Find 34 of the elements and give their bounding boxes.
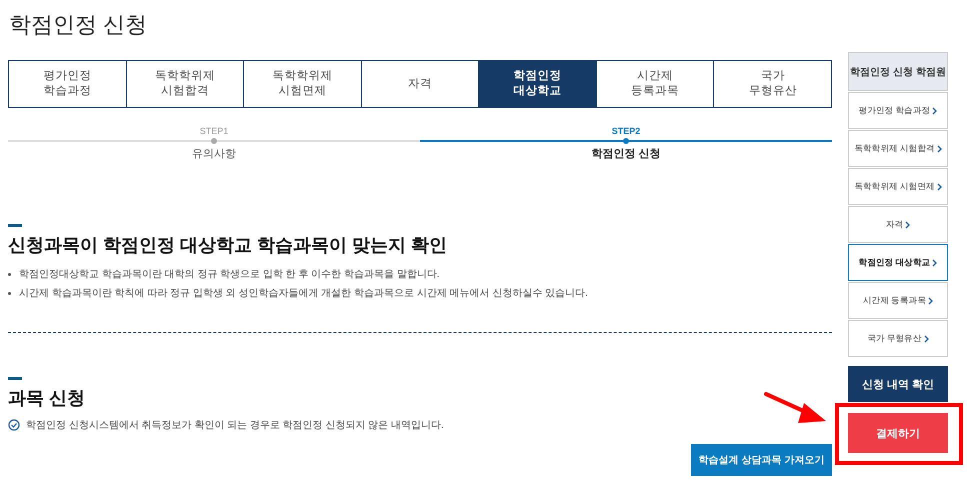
sidebar-item[interactable]: 시간제 등록과목: [848, 282, 948, 319]
heading-mark: [8, 377, 22, 380]
category-tab[interactable]: 학점인정 대상학교: [478, 61, 596, 107]
import-courses-button[interactable]: 학습설계 상담과목 가져오기: [691, 444, 832, 476]
payment-button[interactable]: 결제하기: [848, 413, 948, 453]
chevron-icon: [905, 220, 910, 228]
page-title: 학점인정 신청: [8, 11, 148, 39]
sidebar-item[interactable]: 평가인정 학습과정: [848, 92, 948, 129]
section-heading: 과목 신청: [8, 387, 86, 410]
info-text: 학점인정대상학교 학습과목이란 대학의 정규 학생으로 입학 한 후 이수한 학습과목을 말합니다.: [19, 268, 440, 282]
notice-text: 학점인정 신청시스템에서 취득정보가 확인이 되는 경우로 학점인정 신청되지 않은 내역입니다.: [26, 419, 444, 432]
sidebar-item[interactable]: 자격: [848, 206, 948, 243]
step-number: STEP2: [612, 126, 640, 138]
sidebar-item[interactable]: 독학학위제 시험면제: [848, 168, 948, 205]
chevron-icon: [928, 296, 933, 304]
heading-mark: [8, 224, 22, 227]
chevron-icon: [936, 144, 942, 152]
step-number: STEP1: [200, 126, 228, 138]
section-heading: 신청과목이 학점인정 대상학교 학습과목이 맞는지 확인: [8, 234, 448, 257]
chevron-icon: [924, 334, 929, 342]
chevron-icon: [936, 182, 942, 190]
sidebar-item[interactable]: 국가 무형유산: [848, 320, 948, 357]
sidebar-item[interactable]: 학점인정 대상학교: [848, 244, 948, 281]
sidebar-item[interactable]: 독학학위제 시험합격: [848, 130, 948, 167]
sidebar-title: 학점인정 신청 학점원: [848, 52, 948, 91]
step-label: 학점인정 신청: [591, 147, 661, 161]
check-circle-icon: [8, 419, 20, 431]
info-text: 시간제 학습과목이란 학칙에 따라 정규 입학생 외 성인학습자들에게 개설한 학습과목으로 시간제 메뉴에서 신청하실수 있습니다.: [19, 287, 588, 301]
bullet-icon: [8, 292, 11, 295]
bullet-icon: [8, 273, 11, 276]
chevron-icon: [932, 106, 938, 114]
step-label: 유의사항: [192, 147, 236, 161]
chevron-icon: [932, 258, 938, 266]
check-history-button[interactable]: 신청 내역 확인: [848, 366, 948, 402]
